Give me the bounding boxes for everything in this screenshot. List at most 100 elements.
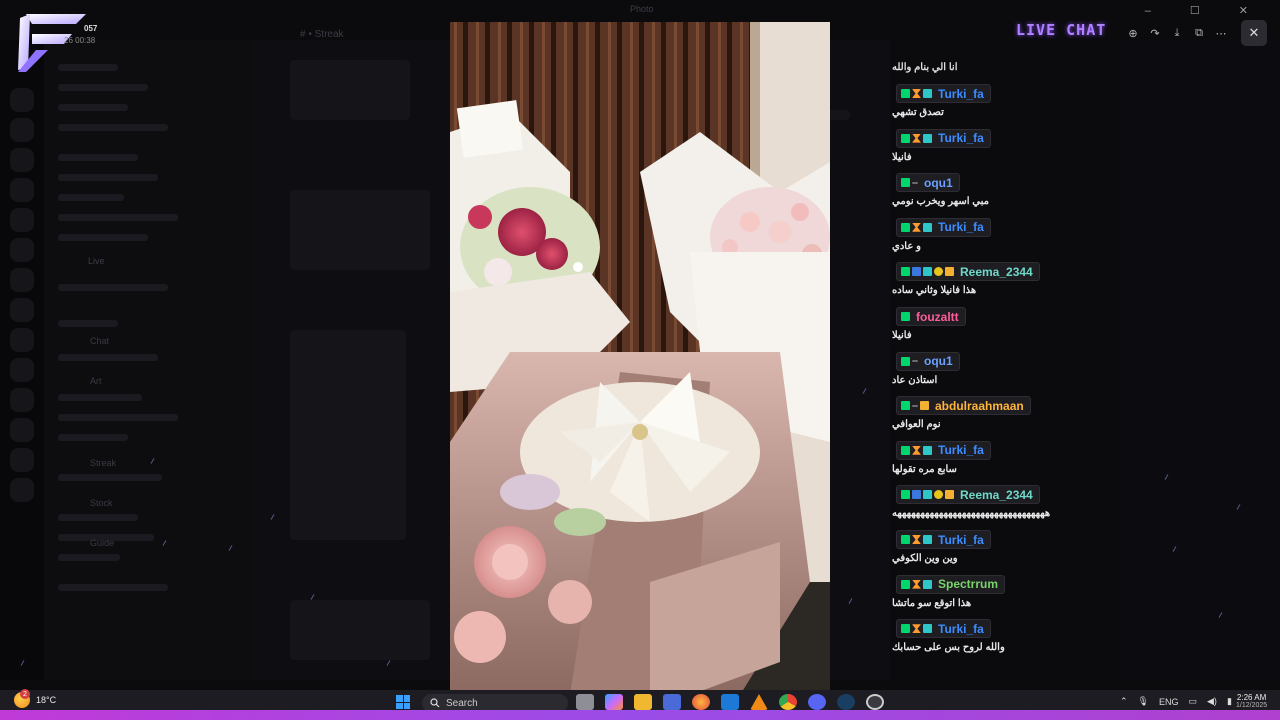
coin-badge-icon (934, 267, 943, 277)
teal-badge-icon (923, 490, 932, 500)
kick-badge-icon (901, 445, 910, 455)
crown-badge-icon (945, 490, 954, 500)
chat-username-chip[interactable]: Turki_fa (896, 440, 991, 460)
obs-icon[interactable] (866, 694, 884, 710)
microphone-icon[interactable]: 🎙 (1138, 696, 1149, 707)
chat-username[interactable]: Turki_fa (938, 220, 984, 234)
chat-username-chip[interactable]: Spectrrum (896, 574, 1006, 594)
chat-username-chip[interactable]: oqu1 (896, 173, 960, 193)
chat-username[interactable]: Turki_fa (938, 131, 984, 145)
chat-username-chip[interactable]: Turki_fa (896, 217, 991, 237)
bottom-accent-bar (0, 710, 1280, 720)
teal-badge-icon (923, 89, 932, 98)
chat-message-text: والله لروح بس على حسابك (892, 642, 1005, 654)
copilot-icon[interactable] (605, 694, 623, 710)
chat-username[interactable]: Turki_fa (938, 87, 984, 101)
clock-time: 2:26 AM (1236, 693, 1267, 702)
chat-username[interactable]: Spectrrum (938, 577, 998, 591)
chevron-up-icon[interactable]: ⌃ (1120, 696, 1128, 707)
zoom-in-icon[interactable]: ⊕ (1122, 20, 1144, 46)
flag-badge-icon (912, 222, 921, 232)
chat-username-chip[interactable]: Turki_fa (896, 619, 991, 639)
weather-sun-icon: 2 (14, 689, 30, 708)
taskbar-clock[interactable]: 2:26 AM 1/12/2025 (1236, 693, 1267, 709)
kick-badge-icon (901, 535, 910, 544)
kick-badge-icon (901, 267, 910, 277)
network-icon[interactable]: ▭ (1189, 696, 1198, 707)
search-label: Search (446, 697, 478, 709)
discord-icon[interactable] (808, 694, 826, 710)
chat-username[interactable]: fouzaltt (916, 310, 959, 324)
volume-icon[interactable]: ◀) (1207, 696, 1217, 707)
kick-badge-icon (901, 356, 910, 366)
chat-username[interactable]: Turki_fa (938, 443, 984, 457)
diamond-badge-icon (912, 267, 921, 277)
chat-username-chip[interactable]: Reema_2344 (896, 262, 1040, 282)
windows-start-icon[interactable] (396, 695, 410, 709)
logo-badge: 057 (84, 24, 98, 33)
search-icon (430, 698, 440, 708)
store-icon[interactable] (663, 694, 681, 710)
weather-temperature: 18°C (36, 695, 57, 705)
chat-message-text: تصدق تشهي (892, 107, 944, 118)
chat-username[interactable]: Turki_fa (938, 533, 984, 547)
channel-label: Stock (90, 498, 113, 508)
chrome-icon[interactable] (779, 694, 797, 710)
window-controls[interactable]: – ☐ ✕ (1145, 4, 1266, 17)
open-external-icon[interactable]: ⧉ (1188, 20, 1210, 46)
teal-badge-icon (923, 535, 932, 544)
teal-badge-icon (923, 267, 932, 277)
chat-username-chip[interactable]: oqu1 (896, 351, 960, 371)
window-title: Photo (630, 4, 654, 14)
chat-username[interactable]: Reema_2344 (960, 488, 1033, 502)
chat-username[interactable]: oqu1 (924, 354, 953, 368)
language-indicator[interactable]: ENG (1159, 697, 1179, 707)
clock-date: 1/12/2025 (1236, 702, 1268, 709)
chat-username-chip[interactable]: fouzaltt (896, 307, 966, 326)
kick-badge-icon (901, 490, 910, 500)
coin-badge-icon (934, 490, 943, 500)
chat-message-text: سابع مره تقولها (892, 463, 957, 475)
chat-message-text: هههههههههههههههههههههههههههههههههه (892, 508, 1051, 520)
crown-badge-icon (920, 401, 929, 411)
chat-message-text: مبي اسهر ويخرب نومي (892, 196, 989, 208)
chat-username-chip[interactable]: Turki_fa (896, 84, 991, 103)
chat-username-chip[interactable]: Turki_fa (896, 128, 991, 148)
firefox-icon[interactable] (692, 694, 710, 710)
gray-badge-icon (912, 360, 918, 363)
download-icon[interactable]: ⤓ (1166, 20, 1188, 46)
battery-icon[interactable]: ▮ (1227, 696, 1232, 707)
kick-badge-icon (901, 133, 910, 143)
server-rail (0, 40, 44, 680)
channel-label: Art (90, 376, 102, 386)
chat-username-chip[interactable]: Reema_2344 (896, 485, 1040, 505)
share-icon[interactable]: ↷ (1144, 20, 1166, 46)
channel-label: Guide (90, 538, 115, 548)
gray-badge-icon (912, 404, 918, 407)
file-explorer-icon[interactable] (576, 694, 594, 710)
vlc-icon[interactable] (750, 694, 768, 710)
outlook-icon[interactable] (721, 694, 739, 710)
gray-badge-icon (912, 181, 918, 184)
chat-username[interactable]: Reema_2344 (960, 265, 1033, 279)
chat-username[interactable]: oqu1 (924, 176, 953, 190)
channel-label: Chat (90, 336, 110, 346)
flower-bouquet-image (450, 22, 830, 695)
weather-widget[interactable]: 2 18°C (14, 689, 57, 708)
chat-username[interactable]: Turki_fa (938, 622, 984, 636)
chat-username-chip[interactable]: Turki_fa (896, 530, 991, 549)
channel-list (44, 40, 250, 680)
chat-username-chip[interactable]: abdulraahmaan (896, 396, 1031, 416)
folder-icon[interactable] (634, 694, 652, 710)
more-icon[interactable]: ⋯ (1210, 20, 1232, 46)
steam-icon[interactable] (837, 694, 855, 710)
teal-badge-icon (923, 133, 932, 143)
close-icon[interactable]: ✕ (1241, 20, 1267, 46)
crown-badge-icon (945, 267, 954, 277)
image-viewer-toolbar: ⊕ ↷ ⤓ ⧉ ⋯ (1122, 20, 1232, 46)
chat-username[interactable]: abdulraahmaan (935, 399, 1024, 413)
chat-message-text: استاذن عاد (892, 374, 938, 386)
weather-badge: 2 (20, 689, 30, 699)
flag-badge-icon (912, 535, 921, 544)
chat-message-text: فانيلا (892, 151, 912, 163)
